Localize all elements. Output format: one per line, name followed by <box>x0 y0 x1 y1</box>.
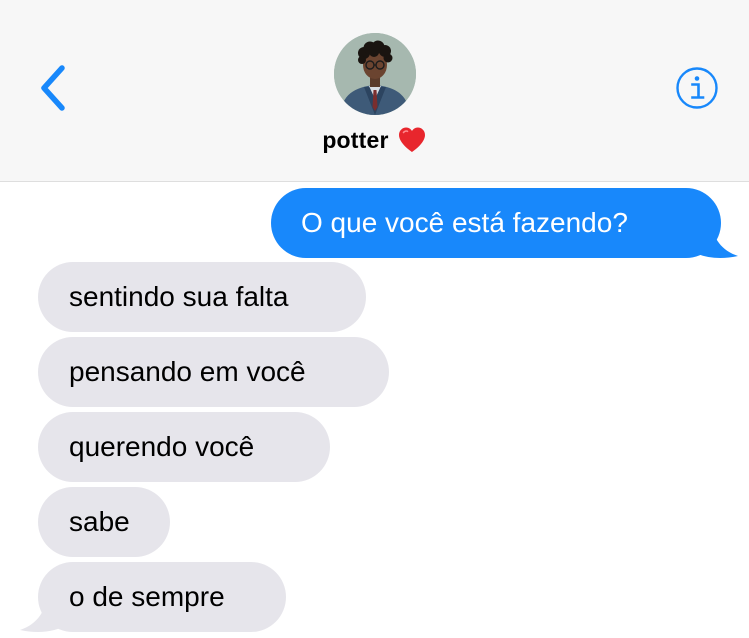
contact-avatar-image <box>334 33 416 115</box>
message-text: o de sempre <box>69 581 225 612</box>
message-text: O que você está fazendo? <box>301 207 628 238</box>
message-text: querendo você <box>69 431 255 462</box>
bubble-tail <box>20 596 68 632</box>
message-bubble-sent[interactable]: O que você está fazendo? <box>271 188 721 258</box>
messages-screen: potter O que você está fazendo? sentindo… <box>0 0 749 638</box>
message-text: pensando em você <box>69 356 306 387</box>
message-bubble-received[interactable]: querendo você <box>38 412 330 482</box>
contact-name-row[interactable]: potter <box>0 120 749 160</box>
avatar[interactable] <box>334 33 416 115</box>
message-bubble-received[interactable]: sentindo sua falta <box>38 262 366 332</box>
info-icon <box>676 67 718 109</box>
bubble-tail <box>690 222 738 258</box>
contact-name: potter <box>322 126 389 153</box>
message-bubble-received[interactable]: pensando em você <box>38 337 389 407</box>
message-text: sentindo sua falta <box>69 281 289 312</box>
chevron-left-icon <box>41 65 65 111</box>
message-bubble-received[interactable]: o de sempre <box>38 562 286 632</box>
red-heart-icon <box>398 127 425 152</box>
message-text: sabe <box>69 506 130 537</box>
back-button[interactable] <box>30 60 76 116</box>
conversation-header: potter <box>0 0 749 182</box>
info-button[interactable] <box>675 66 719 110</box>
message-bubble-received[interactable]: sabe <box>38 487 170 557</box>
